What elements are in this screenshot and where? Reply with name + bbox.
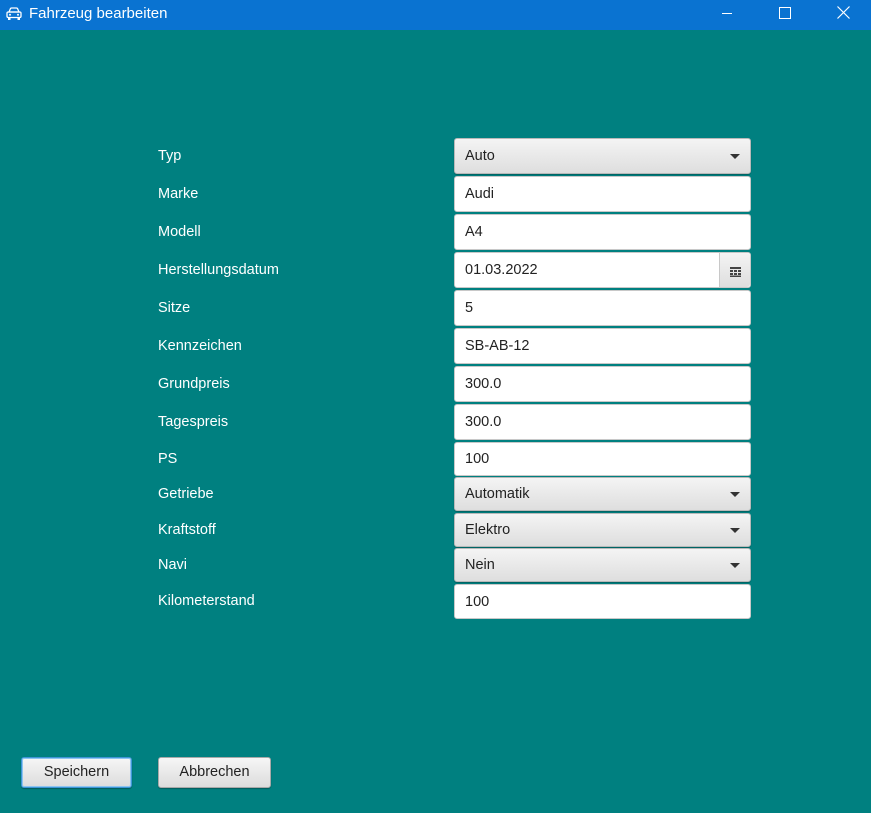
minimize-icon	[721, 6, 733, 24]
marke-value: Audi	[465, 186, 495, 202]
save-button[interactable]: Speichern	[21, 757, 132, 788]
sitze-value: 5	[465, 300, 474, 316]
label-herstellungsdatum: Herstellungsdatum	[158, 262, 279, 278]
label-ps: PS	[158, 451, 178, 467]
kraftstoff-value: Elektro	[465, 522, 511, 538]
car-icon	[6, 7, 22, 21]
close-button[interactable]	[814, 0, 871, 30]
label-sitze: Sitze	[158, 300, 191, 316]
grundpreis-input[interactable]: 300.0	[454, 366, 751, 402]
tagespreis-input[interactable]: 300.0	[454, 404, 751, 440]
kilometerstand-value: 100	[465, 593, 490, 610]
navi-value: Nein	[465, 557, 495, 573]
ps-input[interactable]: 100	[454, 442, 751, 476]
label-kennzeichen: Kennzeichen	[158, 338, 242, 354]
label-kraftstoff: Kraftstoff	[158, 522, 216, 538]
window-title: Fahrzeug bearbeiten	[29, 5, 168, 22]
label-getriebe: Getriebe	[158, 486, 214, 502]
maximize-button[interactable]	[756, 0, 814, 30]
maximize-icon	[779, 6, 791, 24]
chevron-down-icon	[730, 492, 740, 497]
grundpreis-value: 300.0	[465, 376, 502, 392]
label-tagespreis: Tagespreis	[158, 414, 229, 430]
kennzeichen-input[interactable]: SB-AB-12	[454, 328, 751, 364]
title-bar: Fahrzeug bearbeiten	[0, 0, 871, 30]
label-kilometerstand: Kilometerstand	[158, 593, 255, 609]
tagespreis-value: 300.0	[465, 414, 502, 430]
label-grundpreis: Grundpreis	[158, 376, 230, 392]
label-navi: Navi	[158, 557, 188, 573]
calendar-button[interactable]	[719, 253, 750, 287]
label-typ: Typ	[158, 148, 182, 164]
marke-input[interactable]: Audi	[454, 176, 751, 212]
getriebe-select[interactable]: Automatik	[454, 477, 751, 511]
modell-input[interactable]: A4	[454, 214, 751, 250]
ps-value: 100	[465, 451, 490, 467]
kraftstoff-select[interactable]: Elektro	[454, 513, 751, 547]
cancel-button[interactable]: Abbrechen	[158, 757, 271, 788]
close-icon	[836, 6, 850, 24]
label-modell: Modell	[158, 224, 201, 240]
edit-vehicle-window: Fahrzeug bearbeiten Typ Auto Marke Audi …	[0, 0, 871, 813]
chevron-down-icon	[730, 154, 740, 159]
herstellungsdatum-value: 01.03.2022	[465, 262, 538, 278]
kilometerstand-input[interactable]: 100	[454, 584, 751, 619]
typ-select[interactable]: Auto	[454, 138, 751, 174]
kennzeichen-value: SB-AB-12	[465, 338, 530, 354]
minimize-button[interactable]	[698, 0, 756, 30]
herstellungsdatum-datepicker[interactable]: 01.03.2022	[454, 252, 751, 288]
label-marke: Marke	[158, 186, 199, 202]
sitze-input[interactable]: 5	[454, 290, 751, 326]
chevron-down-icon	[730, 528, 740, 533]
modell-value: A4	[465, 224, 483, 240]
typ-value: Auto	[465, 148, 495, 164]
getriebe-value: Automatik	[465, 486, 530, 502]
chevron-down-icon	[730, 563, 740, 568]
calendar-icon	[730, 265, 741, 277]
navi-select[interactable]: Nein	[454, 548, 751, 582]
